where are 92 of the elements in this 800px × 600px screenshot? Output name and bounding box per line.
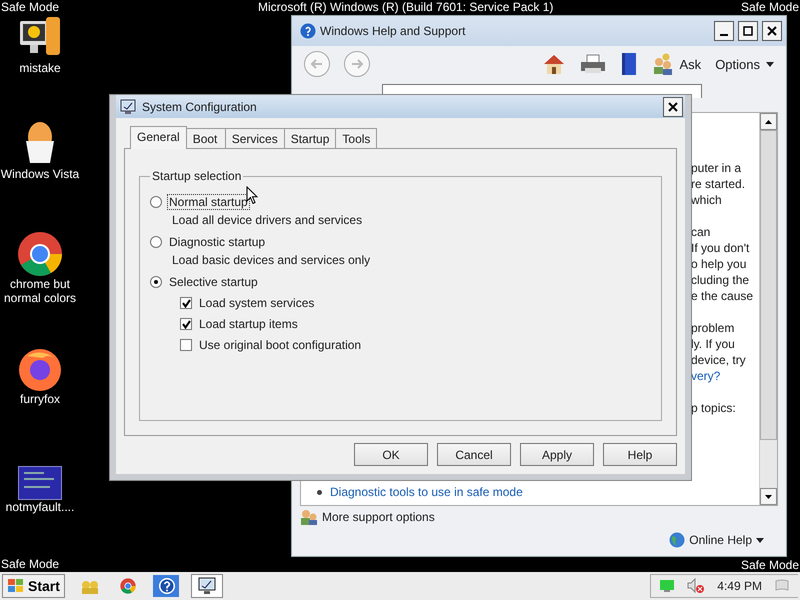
minimize-icon [720, 34, 728, 36]
help-icon [300, 23, 316, 39]
help-text: can [691, 224, 712, 240]
start-button[interactable]: Start [2, 574, 65, 598]
muted-speaker-icon[interactable] [687, 578, 706, 594]
topic-link[interactable]: Diagnostic tools to use in safe mode [330, 485, 523, 499]
close-icon [767, 26, 777, 36]
option-description: Load basic devices and services only [172, 253, 372, 267]
people-icon [300, 508, 318, 526]
scroll-down-button[interactable] [760, 488, 777, 505]
minimize-button[interactable] [714, 21, 734, 41]
desktop-icon-label[interactable]: mistake [19, 61, 61, 75]
radio-button[interactable] [150, 196, 162, 208]
taskbar-app-button[interactable] [190, 574, 223, 598]
caret-icon [756, 538, 764, 542]
radio-button[interactable] [150, 236, 162, 248]
clock[interactable]: 4:49 PM [717, 579, 762, 593]
dialog-button[interactable]: Cancel [437, 443, 511, 466]
cursor-icon [246, 186, 258, 205]
option-label[interactable]: Use original boot configuration [198, 338, 362, 352]
taskbar-app-button[interactable] [152, 574, 179, 598]
options-menu[interactable]: Options [715, 56, 774, 72]
radio-button[interactable] [150, 276, 162, 288]
bullet-icon [317, 490, 322, 494]
chrome-icon [17, 231, 63, 277]
down-arrow-icon [765, 494, 772, 498]
more-support-button[interactable]: More support options [300, 508, 435, 526]
help-link[interactable]: very? [691, 368, 759, 384]
tab[interactable]: Tools [335, 128, 378, 149]
desktop-icon-label[interactable]: chrome but normal colors [0, 277, 80, 305]
up-arrow-icon [765, 120, 772, 124]
ask-button[interactable]: Ask [652, 53, 702, 75]
online-help-button[interactable]: Online Help [669, 532, 764, 548]
network-icon[interactable] [659, 579, 676, 593]
scroll-up-button[interactable] [760, 113, 777, 130]
help-text: device, try [691, 352, 747, 368]
help-text: If you don't [691, 240, 750, 256]
screen-label: Microsoft (R) Windows (R) (Build 7601: Service Pack 1) [258, 0, 554, 14]
option-label[interactable]: Diagnostic startup [168, 235, 266, 249]
desktop-icon-label[interactable]: furryfox [20, 392, 60, 406]
book-icon[interactable] [620, 52, 638, 76]
fox-browser-icon [17, 346, 63, 392]
forward-arrow-icon [350, 58, 364, 70]
help-text: which [691, 192, 723, 208]
help-icon [152, 575, 179, 597]
desktop-icon-label[interactable]: notmyfault.... [6, 500, 74, 514]
option-description: Load all device drivers and services [172, 213, 364, 227]
scroll-thumb[interactable] [760, 130, 777, 440]
close-button[interactable] [663, 96, 683, 116]
dialog-button[interactable]: OK [354, 443, 428, 466]
group-title: Startup selection [151, 169, 242, 183]
monitor-icon [198, 577, 216, 595]
help-text: problem [691, 320, 736, 336]
printer-icon[interactable] [580, 54, 606, 74]
help-text: p topics: [691, 400, 737, 416]
screen-label: Safe Mode [740, 558, 799, 572]
option-label[interactable]: Normal startup [168, 195, 249, 209]
screen-label: Safe Mode [1, 0, 60, 14]
close-icon [668, 102, 678, 112]
people-icon [652, 53, 674, 75]
dialog-button[interactable]: Apply [520, 443, 594, 466]
help-text: puter in a [691, 160, 742, 176]
chrome-icon [120, 578, 136, 594]
screenshot-icon [18, 466, 62, 500]
back-arrow-icon [310, 58, 324, 70]
home-icon[interactable] [542, 53, 566, 75]
scrollbar[interactable] [759, 113, 777, 505]
help-text: ly. If you [691, 336, 736, 352]
help-text: cluding the [691, 272, 750, 288]
help-text: re started. [691, 176, 746, 192]
maximize-icon [743, 26, 753, 36]
window-title: Windows Help and Support [320, 24, 466, 38]
screen-label: Safe Mode [1, 557, 60, 571]
window-title: System Configuration [142, 100, 258, 114]
screen-label: Safe Mode [740, 0, 799, 14]
maximize-button[interactable] [738, 21, 758, 41]
checkmark-icon [182, 298, 190, 308]
checkmark-icon [182, 320, 190, 328]
checkbox[interactable] [180, 297, 192, 309]
close-button[interactable] [762, 21, 782, 41]
monitor-icon [120, 98, 136, 114]
option-label[interactable]: Selective startup [168, 275, 259, 289]
windows-logo [7, 578, 25, 594]
checkbox[interactable] [180, 318, 192, 330]
caret-icon [766, 62, 774, 66]
option-label[interactable]: Load system services [198, 296, 316, 310]
globe-icon [669, 532, 686, 548]
tab[interactable]: General [130, 126, 187, 149]
option-label[interactable]: Load startup items [198, 317, 299, 331]
dialog-button[interactable]: Help [603, 443, 677, 466]
desktop-icon-label[interactable]: Windows Vista [0, 167, 80, 181]
checkbox[interactable] [180, 339, 192, 351]
